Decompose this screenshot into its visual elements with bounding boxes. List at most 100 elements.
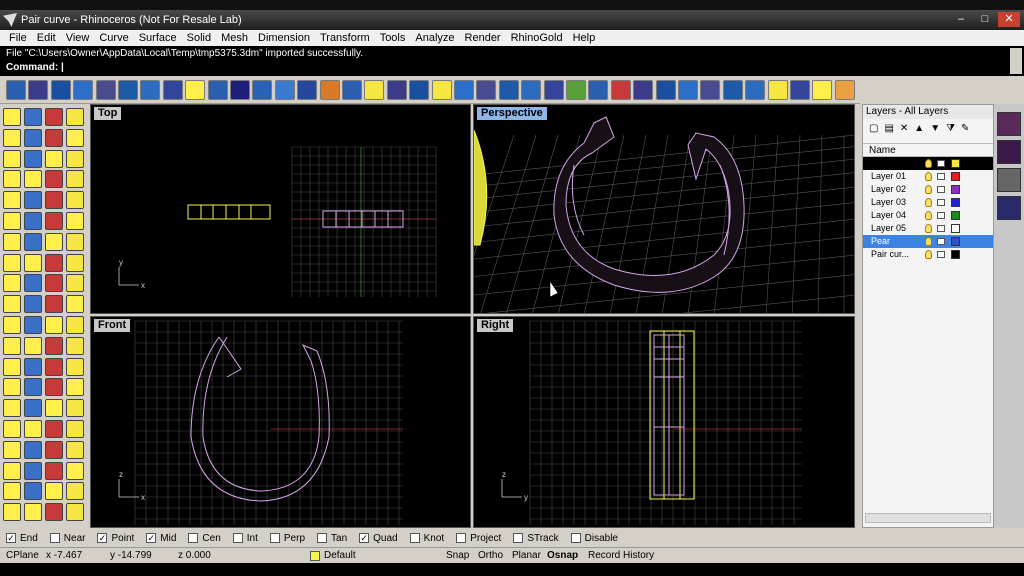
tool-icon[interactable] bbox=[3, 461, 21, 480]
layer-row[interactable]: Layer 03 bbox=[863, 196, 993, 209]
toolbar-button-icon[interactable] bbox=[140, 80, 161, 100]
gem-icon[interactable] bbox=[997, 140, 1021, 164]
menu-view[interactable]: View bbox=[61, 32, 95, 44]
tool-icon[interactable] bbox=[66, 316, 84, 334]
toolbar-button-icon[interactable] bbox=[543, 80, 564, 100]
tool-icon[interactable] bbox=[66, 253, 84, 272]
checkbox[interactable] bbox=[188, 533, 199, 543]
tool-icon[interactable] bbox=[24, 274, 42, 293]
lightbulb-icon[interactable] bbox=[925, 224, 932, 233]
menu-analyze[interactable]: Analyze bbox=[410, 32, 459, 44]
render-icon[interactable] bbox=[997, 112, 1021, 136]
layer-row[interactable]: Layer 02 bbox=[863, 183, 993, 196]
osnap-knot[interactable]: Knot bbox=[409, 533, 444, 544]
toolbar-button-icon[interactable] bbox=[633, 80, 654, 100]
tool-icon[interactable] bbox=[45, 232, 63, 251]
osnap-quad[interactable]: ✓ Quad bbox=[359, 533, 398, 544]
layer-color-swatch[interactable] bbox=[951, 224, 960, 233]
lightbulb-icon[interactable] bbox=[925, 250, 932, 259]
toolbar-button-icon[interactable] bbox=[207, 80, 228, 100]
toolbar-button-icon[interactable] bbox=[812, 80, 833, 100]
layer-row[interactable]: Pair cur... bbox=[863, 248, 993, 261]
command-scrollbar[interactable] bbox=[1010, 48, 1022, 74]
tool-icon[interactable] bbox=[66, 170, 84, 189]
viewport-title-front[interactable]: Front bbox=[94, 319, 131, 332]
toolbar-button-icon[interactable] bbox=[521, 80, 542, 100]
tool-icon[interactable] bbox=[24, 357, 42, 376]
osnap-project[interactable]: Project bbox=[456, 533, 501, 544]
tool-icon[interactable] bbox=[24, 253, 42, 272]
status-planar[interactable]: Planar bbox=[512, 550, 541, 561]
tool-icon[interactable] bbox=[24, 440, 42, 459]
tool-icon[interactable] bbox=[3, 399, 21, 418]
tool-icon[interactable] bbox=[45, 108, 63, 126]
move-up-icon[interactable]: ▲ bbox=[914, 123, 924, 134]
tool-icon[interactable] bbox=[24, 191, 42, 210]
tool-icon[interactable] bbox=[3, 336, 21, 355]
tool-icon[interactable] bbox=[45, 420, 63, 438]
tool-icon[interactable] bbox=[66, 274, 84, 293]
lightbulb-icon[interactable] bbox=[925, 211, 932, 220]
tool-icon[interactable] bbox=[24, 399, 42, 418]
tool-icon[interactable] bbox=[3, 295, 21, 314]
toolbar-button-icon[interactable] bbox=[50, 80, 71, 100]
checkbox[interactable]: ✓ bbox=[146, 533, 157, 543]
checkbox[interactable] bbox=[513, 533, 524, 543]
checkbox[interactable] bbox=[232, 533, 243, 543]
menu-curve[interactable]: Curve bbox=[94, 32, 133, 44]
layer-color-swatch[interactable] bbox=[951, 250, 960, 259]
viewport-title-perspective[interactable]: Perspective bbox=[477, 107, 547, 120]
tool-icon[interactable] bbox=[66, 336, 84, 355]
tool-icon[interactable] bbox=[66, 378, 84, 397]
status-layer[interactable]: Default bbox=[324, 550, 356, 561]
tool-icon[interactable] bbox=[24, 212, 42, 230]
toolbar-button-icon[interactable] bbox=[118, 80, 138, 100]
tool-icon[interactable] bbox=[24, 295, 42, 314]
tool-icon[interactable] bbox=[3, 316, 21, 334]
checkbox[interactable] bbox=[269, 533, 280, 543]
tool-icon[interactable] bbox=[3, 274, 21, 293]
status-cplane[interactable]: CPlane bbox=[6, 550, 39, 561]
osnap-end[interactable]: ✓ End bbox=[6, 533, 38, 544]
toolbar-button-icon[interactable] bbox=[476, 80, 497, 100]
tool-icon[interactable] bbox=[45, 295, 63, 314]
tool-icon[interactable] bbox=[45, 149, 63, 168]
layer-color-swatch[interactable] bbox=[951, 198, 960, 207]
viewport-title-top[interactable]: Top bbox=[94, 107, 122, 120]
toolbar-button-icon[interactable] bbox=[386, 80, 407, 100]
tool-icon[interactable] bbox=[24, 108, 42, 126]
toolbar-button-icon[interactable] bbox=[431, 80, 452, 100]
checkbox[interactable]: ✓ bbox=[6, 533, 16, 543]
menu-dimension[interactable]: Dimension bbox=[253, 32, 315, 44]
layer-color-swatch[interactable] bbox=[951, 211, 960, 220]
tool-icon[interactable] bbox=[3, 253, 21, 272]
tool-icon[interactable] bbox=[3, 440, 21, 459]
status-record-history[interactable]: Record History bbox=[588, 550, 654, 561]
tool-icon[interactable] bbox=[24, 420, 42, 438]
checkbox[interactable]: ✓ bbox=[97, 533, 108, 543]
delete-layer-icon[interactable]: ✕ bbox=[900, 123, 908, 134]
menu-mesh[interactable]: Mesh bbox=[216, 32, 253, 44]
osnap-mid[interactable]: ✓ Mid bbox=[146, 533, 176, 544]
tool-icon[interactable] bbox=[66, 108, 84, 126]
lock-icon[interactable] bbox=[937, 199, 945, 206]
tool-icon[interactable] bbox=[66, 128, 84, 147]
checkbox[interactable] bbox=[456, 533, 467, 543]
tools-icon[interactable]: ✎ bbox=[961, 123, 969, 134]
menu-transform[interactable]: Transform bbox=[315, 32, 375, 44]
command-prompt[interactable]: Command: bbox=[6, 62, 58, 73]
tool-icon[interactable] bbox=[24, 149, 42, 168]
tool-icon[interactable] bbox=[66, 482, 84, 501]
layers-column-name[interactable]: Name bbox=[863, 143, 993, 157]
status-osnap[interactable]: Osnap bbox=[547, 550, 578, 561]
menu-solid[interactable]: Solid bbox=[182, 32, 216, 44]
toolbar-button-icon[interactable] bbox=[700, 80, 721, 100]
lightbulb-icon[interactable] bbox=[925, 185, 932, 194]
tool-icon[interactable] bbox=[3, 357, 21, 376]
tool-icon[interactable] bbox=[45, 316, 63, 334]
layer-color-swatch[interactable] bbox=[951, 237, 960, 246]
weight-icon[interactable] bbox=[997, 196, 1021, 220]
osnap-disable[interactable]: Disable bbox=[570, 533, 618, 544]
toolbar-button-icon[interactable] bbox=[230, 80, 250, 100]
menu-tools[interactable]: Tools bbox=[375, 32, 411, 44]
